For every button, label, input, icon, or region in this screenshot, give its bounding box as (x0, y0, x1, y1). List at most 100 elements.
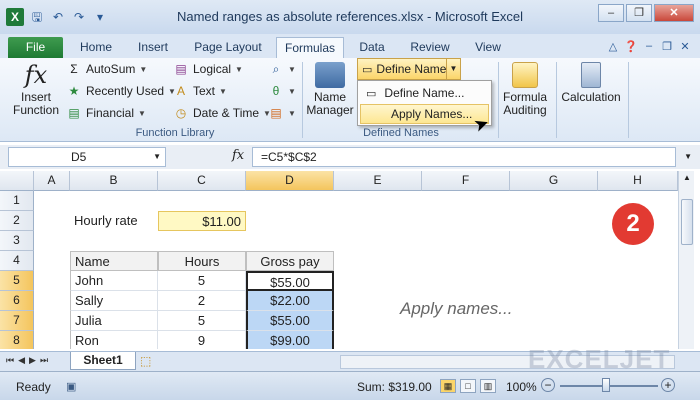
sheet-tab-sheet1[interactable]: Sheet1 (70, 352, 136, 370)
cell-d7[interactable]: $55.00 (246, 311, 334, 331)
close-button[interactable]: ✕ (654, 4, 694, 22)
cell-b8[interactable]: Ron (70, 331, 158, 349)
cell-c5[interactable]: 5 (158, 271, 246, 291)
doc-restore-icon[interactable]: ❐ (660, 40, 674, 53)
recently-used-button[interactable]: ★ Recently Used ▼ (66, 84, 176, 98)
cell-c4[interactable]: Hours (158, 251, 246, 271)
cell-b4[interactable]: Name (70, 251, 158, 271)
row-header-1[interactable]: 1 (0, 191, 34, 211)
cell-d8[interactable]: $99.00 (246, 331, 334, 349)
zoom-level[interactable]: 100% (506, 380, 537, 394)
formula-bar: D5 ▼ fx =C5*$C$2 ▼ (0, 145, 700, 169)
minimize-ribbon-icon[interactable]: △ (606, 40, 620, 53)
restore-button[interactable]: ❐ (626, 4, 652, 22)
calculation-label: Calculation (561, 90, 621, 104)
text-button[interactable]: A Text ▼ (173, 84, 227, 98)
page-break-view-icon[interactable]: ▥ (480, 379, 496, 393)
cell-b7[interactable]: Julia (70, 311, 158, 331)
row-header-6[interactable]: 6 (0, 291, 34, 311)
worksheet-grid[interactable]: A B C D E F G H 1 2 3 4 5 6 7 8 Hourly r… (0, 171, 700, 349)
row-header-7[interactable]: 7 (0, 311, 34, 331)
help-icon[interactable]: ❓ (624, 40, 638, 53)
column-header-b[interactable]: B (70, 171, 158, 191)
tab-data[interactable]: Data (352, 37, 392, 58)
define-name-button[interactable]: ▭ Define Name ▼ (357, 58, 461, 80)
cell-c7[interactable]: 5 (158, 311, 246, 331)
financial-label: Financial (86, 106, 135, 120)
row-header-5[interactable]: 5 (0, 271, 34, 291)
tab-file[interactable]: File (8, 37, 63, 58)
cell-d5[interactable]: $55.00 (246, 271, 334, 291)
column-header-h[interactable]: H (598, 171, 678, 191)
doc-close-icon[interactable]: ✕ (678, 40, 692, 53)
first-sheet-icon[interactable]: ⏮ (6, 355, 14, 366)
vertical-scroll-thumb[interactable] (681, 199, 693, 245)
tab-home[interactable]: Home (74, 37, 118, 58)
cell-d6[interactable]: $22.00 (246, 291, 334, 311)
cell-b2[interactable]: Hourly rate (70, 211, 158, 231)
more-functions-button[interactable]: ▤ ▼ (268, 106, 296, 120)
tab-page-layout[interactable]: Page Layout (188, 37, 268, 58)
row-header-8[interactable]: 8 (0, 331, 34, 349)
define-name-menu-icon: ▭ (366, 87, 377, 100)
tab-insert[interactable]: Insert (130, 37, 176, 58)
define-name-label: Define Name (376, 62, 447, 76)
vertical-scrollbar[interactable]: ▲ (678, 171, 694, 349)
insert-function-button[interactable]: fx Insert Function (10, 62, 62, 117)
insert-sheet-icon[interactable]: ⬚ (140, 354, 151, 368)
formula-auditing-button[interactable]: Formula Auditing (500, 62, 550, 117)
column-header-c[interactable]: C (158, 171, 246, 191)
insert-function-fx-icon[interactable]: fx (232, 148, 244, 163)
cell-b5[interactable]: John (70, 271, 158, 291)
zoom-out-icon[interactable]: − (541, 378, 555, 392)
select-all-corner[interactable] (0, 171, 34, 191)
next-sheet-icon[interactable]: ▶ (29, 355, 36, 366)
page-layout-view-icon[interactable]: □ (460, 379, 476, 393)
tab-formulas[interactable]: Formulas (276, 37, 344, 58)
row-header-3[interactable]: 3 (0, 231, 34, 251)
menu-item-apply-names[interactable]: Apply Names... (360, 104, 489, 124)
name-box[interactable]: D5 ▼ (8, 147, 166, 167)
chevron-down-icon[interactable]: ▼ (446, 59, 460, 79)
scroll-up-icon[interactable]: ▲ (679, 173, 695, 182)
cell-c8[interactable]: 9 (158, 331, 246, 349)
logical-button[interactable]: ▤ Logical ▼ (173, 62, 243, 76)
column-header-e[interactable]: E (334, 171, 422, 191)
zoom-slider-knob[interactable] (602, 378, 610, 392)
cell-c6[interactable]: 2 (158, 291, 246, 311)
lookup-icon: ⌕ (272, 62, 280, 76)
normal-view-icon[interactable]: ▦ (440, 379, 456, 393)
row-header-4[interactable]: 4 (0, 251, 34, 271)
chevron-down-icon: ▼ (288, 86, 296, 96)
minimize-button[interactable]: – (598, 4, 624, 22)
tab-view[interactable]: View (466, 37, 510, 58)
lookup-reference-button[interactable]: ⌕ ▼ (268, 62, 296, 76)
formula-input[interactable]: =C5*$C$2 (252, 147, 676, 167)
macro-record-icon[interactable]: ▣ (66, 380, 76, 393)
row-header-2[interactable]: 2 (0, 211, 34, 231)
column-header-d[interactable]: D (246, 171, 334, 191)
financial-button[interactable]: ▤ Financial ▼ (66, 106, 146, 120)
name-manager-button[interactable]: Name Manager (306, 62, 354, 117)
last-sheet-icon[interactable]: ⏭ (40, 355, 48, 366)
zoom-in-icon[interactable]: + (661, 378, 675, 392)
autosum-button[interactable]: Σ AutoSum ▼ (66, 62, 147, 76)
status-ready: Ready (16, 380, 51, 394)
expand-formula-bar-icon[interactable]: ▼ (684, 152, 692, 161)
column-header-f[interactable]: F (422, 171, 510, 191)
cell-b6[interactable]: Sally (70, 291, 158, 311)
cell-c2[interactable]: $11.00 (158, 211, 246, 231)
chevron-down-icon: ▼ (288, 64, 296, 74)
column-header-g[interactable]: G (510, 171, 598, 191)
annotation-text: Apply names... (400, 299, 513, 318)
menu-item-define-name[interactable]: ▭ Define Name... (360, 83, 489, 103)
chevron-down-icon[interactable]: ▼ (153, 148, 161, 166)
prev-sheet-icon[interactable]: ◀ (18, 355, 25, 366)
doc-minimize-icon[interactable]: – (642, 40, 656, 53)
date-time-button[interactable]: ◷ Date & Time ▼ (173, 106, 271, 120)
tab-review[interactable]: Review (404, 37, 456, 58)
math-trig-button[interactable]: θ ▼ (268, 84, 296, 98)
calculation-button[interactable]: Calculation (560, 62, 622, 104)
column-header-a[interactable]: A (34, 171, 70, 191)
cell-d4[interactable]: Gross pay (246, 251, 334, 271)
